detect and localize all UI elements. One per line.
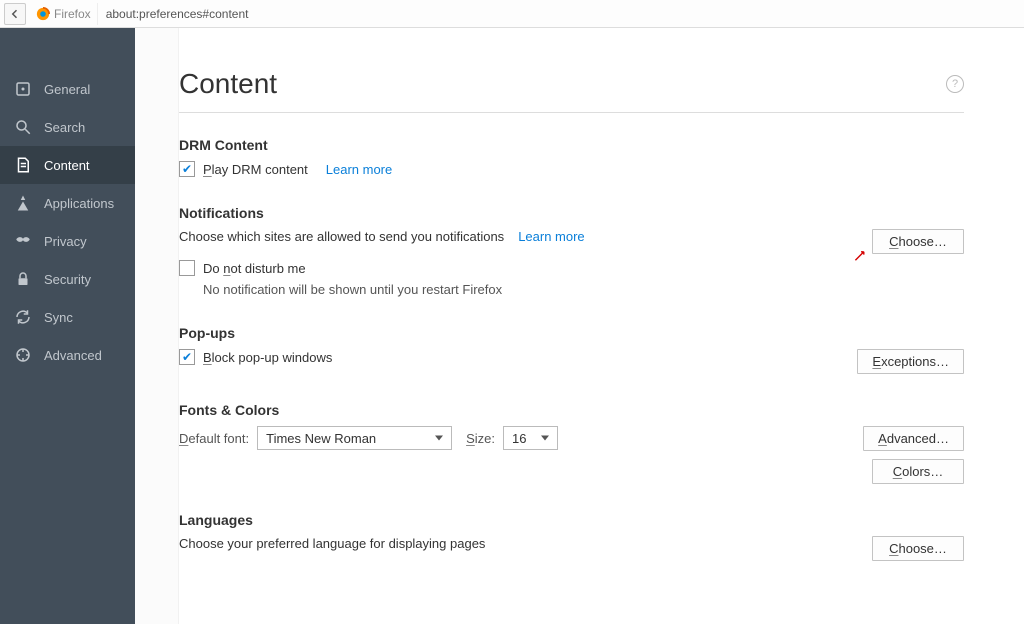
sidebar-item-search[interactable]: Search [0, 108, 135, 146]
back-button[interactable] [4, 3, 26, 25]
languages-choose-button[interactable]: Choose… [872, 536, 964, 561]
sidebar-item-applications[interactable]: Applications [0, 184, 135, 222]
sidebar-item-security[interactable]: Security [0, 260, 135, 298]
section-title: Fonts & Colors [179, 402, 964, 418]
font-size-select[interactable]: 16 [503, 426, 558, 450]
advanced-icon [14, 346, 32, 364]
sidebar-item-label: Security [44, 272, 91, 287]
category-sidebar: General Search Content Applications Priv… [0, 28, 135, 624]
privacy-icon [14, 232, 32, 250]
sidebar-item-label: Search [44, 120, 85, 135]
sync-icon [14, 308, 32, 326]
brand-label: Firefox [54, 7, 91, 21]
play-drm-checkbox[interactable] [179, 161, 195, 177]
default-font-label: Default font: [179, 431, 249, 446]
content-icon [14, 156, 32, 174]
section-fonts: Fonts & Colors Default font: Times New R… [179, 402, 964, 484]
drm-learn-more-link[interactable]: Learn more [326, 162, 392, 177]
do-not-disturb-label: Do not disturb me [203, 261, 306, 276]
do-not-disturb-help: No notification will be shown until you … [203, 282, 964, 297]
do-not-disturb-checkbox[interactable] [179, 260, 195, 276]
search-icon [14, 118, 32, 136]
sidebar-item-general[interactable]: General [0, 70, 135, 108]
section-popups: Pop-ups Block pop-up windows Exceptions… [179, 325, 964, 374]
sidebar-item-label: Privacy [44, 234, 87, 249]
url-text[interactable]: about:preferences#content [102, 7, 249, 21]
firefox-icon [36, 7, 50, 21]
sidebar-item-sync[interactable]: Sync [0, 298, 135, 336]
sidebar-item-label: Sync [44, 310, 73, 325]
applications-icon [14, 194, 32, 212]
sidebar-item-content[interactable]: Content [0, 146, 135, 184]
sidebar-item-label: Content [44, 158, 90, 173]
section-title: Pop-ups [179, 325, 964, 341]
default-font-select[interactable]: Times New Roman [257, 426, 452, 450]
lock-icon [14, 270, 32, 288]
section-title: DRM Content [179, 137, 964, 153]
block-popups-label: Block pop-up windows [203, 350, 332, 365]
section-drm: DRM Content Play DRM content Learn more [179, 137, 964, 177]
main-pane: Content ? DRM Content Play DRM content L… [179, 28, 1024, 624]
identity-box[interactable]: Firefox [30, 3, 98, 25]
block-popups-checkbox[interactable] [179, 349, 195, 365]
section-title: Languages [179, 512, 964, 528]
languages-desc: Choose your preferred language for displ… [179, 536, 485, 551]
sidebar-item-label: Applications [44, 196, 114, 211]
notifications-learn-more-link[interactable]: Learn more [518, 229, 584, 244]
notifications-desc: Choose which sites are allowed to send y… [179, 229, 504, 244]
colors-button[interactable]: Colors… [872, 459, 964, 484]
section-title: Notifications [179, 205, 964, 221]
sidebar-item-label: Advanced [44, 348, 102, 363]
play-drm-label: Play DRM content [203, 162, 308, 177]
general-icon [14, 80, 32, 98]
page-title: Content [179, 68, 277, 100]
sidebar-item-label: General [44, 82, 90, 97]
font-size-label: Size: [466, 431, 495, 446]
sidebar-item-advanced[interactable]: Advanced [0, 336, 135, 374]
help-icon[interactable]: ? [946, 75, 964, 93]
urlbar: Firefox about:preferences#content [0, 0, 1024, 28]
notifications-choose-button[interactable]: Choose… [872, 229, 964, 254]
fonts-advanced-button[interactable]: Advanced… [863, 426, 964, 451]
section-languages: Languages Choose your preferred language… [179, 512, 964, 561]
section-notifications: Notifications Choose which sites are all… [179, 205, 964, 297]
popups-exceptions-button[interactable]: Exceptions… [857, 349, 964, 374]
gutter [135, 28, 179, 624]
sidebar-item-privacy[interactable]: Privacy [0, 222, 135, 260]
